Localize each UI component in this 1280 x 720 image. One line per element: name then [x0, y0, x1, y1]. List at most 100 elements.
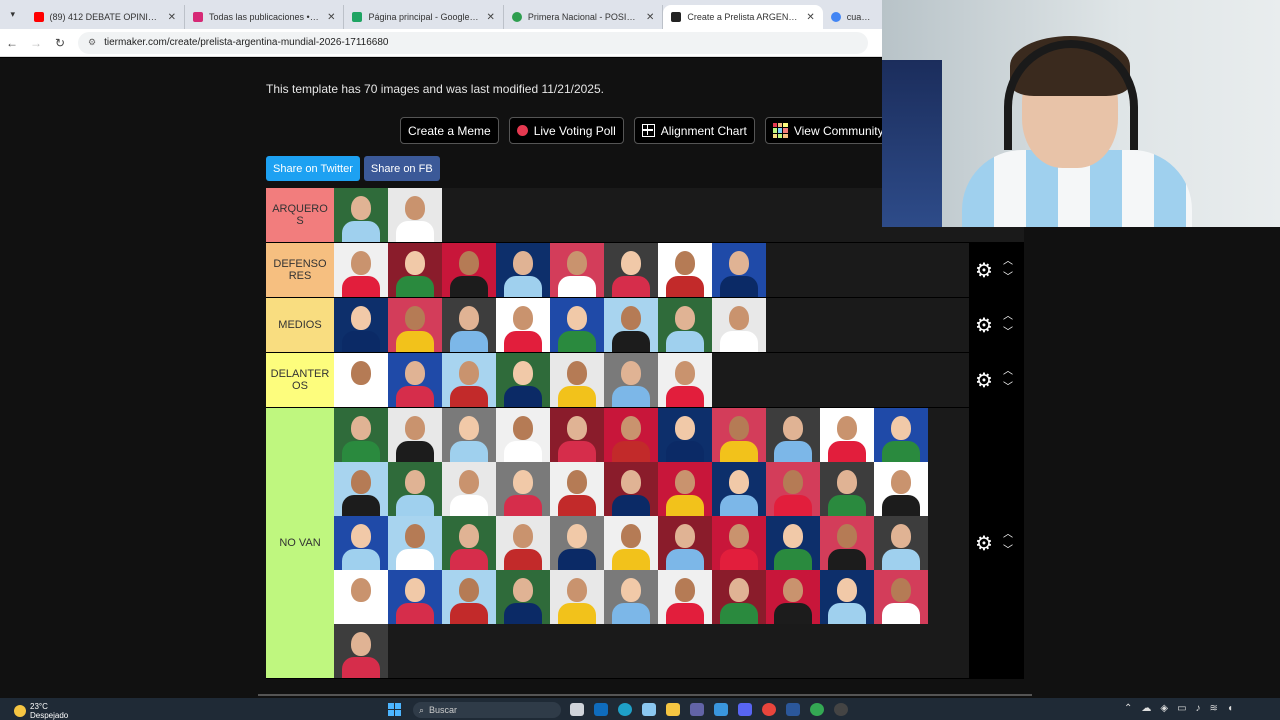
player-image[interactable] [550, 516, 604, 570]
player-image[interactable] [442, 462, 496, 516]
create-meme-button[interactable]: Create a Meme [400, 117, 499, 144]
store-icon[interactable] [714, 703, 728, 716]
player-image[interactable] [766, 516, 820, 570]
close-icon[interactable]: ✕ [168, 12, 176, 23]
player-image[interactable] [820, 462, 874, 516]
player-image[interactable] [496, 408, 550, 462]
player-image[interactable] [388, 243, 442, 297]
word-icon[interactable] [786, 703, 800, 716]
file-explorer-icon[interactable] [666, 703, 680, 716]
player-image[interactable] [442, 243, 496, 297]
player-image[interactable] [550, 570, 604, 624]
player-image[interactable] [334, 570, 388, 624]
player-image[interactable] [658, 570, 712, 624]
player-image[interactable] [334, 188, 388, 242]
player-image[interactable] [550, 243, 604, 297]
share-twitter-button[interactable]: Share on Twitter [266, 156, 360, 181]
player-image[interactable] [712, 408, 766, 462]
player-image[interactable] [874, 570, 928, 624]
close-icon[interactable]: ✕ [806, 12, 814, 23]
player-image[interactable] [334, 298, 388, 352]
player-image[interactable] [496, 462, 550, 516]
network-icon[interactable]: ◈ [1160, 703, 1168, 714]
back-arrow-icon[interactable]: ← [0, 36, 24, 50]
chrome-active-icon[interactable] [810, 703, 824, 716]
player-image[interactable] [766, 462, 820, 516]
chevron-down-icon[interactable]: ﹀ [1003, 546, 1013, 556]
tier-label[interactable]: DEFENSORES [266, 243, 334, 297]
taskbar-search[interactable]: ⌕ Buscar [413, 702, 561, 718]
browser-tab[interactable]: Página principal - Google Drive ✕ [344, 5, 504, 29]
player-image[interactable] [388, 462, 442, 516]
player-image[interactable] [766, 570, 820, 624]
chevron-up-icon[interactable]: ︿ [1003, 530, 1013, 540]
wifi-icon[interactable]: ≋ [1210, 703, 1218, 714]
close-icon[interactable]: ✕ [487, 12, 495, 23]
live-voting-poll-button[interactable]: Live Voting Poll [508, 117, 624, 144]
tier-label[interactable]: ARQUEROS [266, 188, 334, 242]
edge-icon[interactable] [618, 703, 632, 716]
player-image[interactable] [334, 243, 388, 297]
share-facebook-button[interactable]: Share on FB [363, 156, 440, 181]
player-image[interactable] [388, 516, 442, 570]
gear-icon[interactable]: ⚙ [975, 260, 993, 282]
player-image[interactable] [334, 462, 388, 516]
player-image[interactable] [550, 298, 604, 352]
player-image[interactable] [658, 353, 712, 407]
tier-label[interactable]: DELANTEROS [266, 353, 334, 407]
player-image[interactable] [604, 298, 658, 352]
volume-icon[interactable]: ◖ [1227, 703, 1233, 714]
chevron-up-icon[interactable]: ⌃ [1124, 703, 1132, 714]
player-image[interactable] [658, 408, 712, 462]
player-image[interactable] [496, 353, 550, 407]
tab-search-icon[interactable]: ▾ [0, 9, 26, 20]
player-image[interactable] [442, 298, 496, 352]
player-image[interactable] [604, 243, 658, 297]
tier-items[interactable] [334, 298, 969, 352]
tier-items[interactable] [334, 188, 969, 242]
discord-icon[interactable] [738, 703, 752, 716]
url-field[interactable]: ⚙ tiermaker.com/create/prelista-argentin… [78, 31, 868, 54]
player-image[interactable] [658, 243, 712, 297]
close-icon[interactable]: ✕ [327, 12, 335, 23]
player-image[interactable] [550, 462, 604, 516]
gear-icon[interactable]: ⚙ [975, 315, 993, 337]
outlook-icon[interactable] [594, 703, 608, 716]
player-image[interactable] [766, 408, 820, 462]
player-image[interactable] [550, 408, 604, 462]
browser-tab[interactable]: (89) 412 DEBATE OPINIONES D ✕ [26, 5, 185, 29]
player-image[interactable] [442, 516, 496, 570]
close-icon[interactable]: ✕ [646, 12, 654, 23]
microphone-icon[interactable]: ♪ [1196, 703, 1201, 714]
player-image[interactable] [820, 408, 874, 462]
player-image[interactable] [550, 353, 604, 407]
player-image[interactable] [820, 570, 874, 624]
player-image[interactable] [334, 624, 388, 678]
chevron-up-icon[interactable]: ︿ [1003, 312, 1013, 322]
chevron-down-icon[interactable]: ﹀ [1003, 328, 1013, 338]
browser-tab[interactable]: Todas las publicaciones • Instag ✕ [185, 5, 345, 29]
player-image[interactable] [334, 353, 388, 407]
player-image[interactable] [874, 462, 928, 516]
player-image[interactable] [334, 408, 388, 462]
teams-icon[interactable] [690, 703, 704, 716]
gear-icon[interactable]: ⚙ [975, 533, 993, 555]
player-image[interactable] [712, 243, 766, 297]
player-image[interactable] [388, 188, 442, 242]
player-image[interactable] [442, 408, 496, 462]
player-image[interactable] [604, 462, 658, 516]
task-view-icon[interactable] [570, 703, 584, 716]
tier-items[interactable] [334, 243, 969, 297]
player-image[interactable] [334, 516, 388, 570]
player-image[interactable] [442, 570, 496, 624]
player-image[interactable] [604, 516, 658, 570]
browser-tab[interactable]: Primera Nacional - POSICIONE ✕ [504, 5, 664, 29]
alignment-chart-button[interactable]: Alignment Chart [633, 117, 755, 144]
player-image[interactable] [712, 516, 766, 570]
player-image[interactable] [496, 298, 550, 352]
chevron-down-icon[interactable]: ﹀ [1003, 383, 1013, 393]
player-image[interactable] [604, 353, 658, 407]
player-image[interactable] [712, 298, 766, 352]
browser-tab-active[interactable]: Create a Prelista ARGENTINA M ✕ [663, 5, 823, 29]
tier-label[interactable]: MEDIOS [266, 298, 334, 352]
